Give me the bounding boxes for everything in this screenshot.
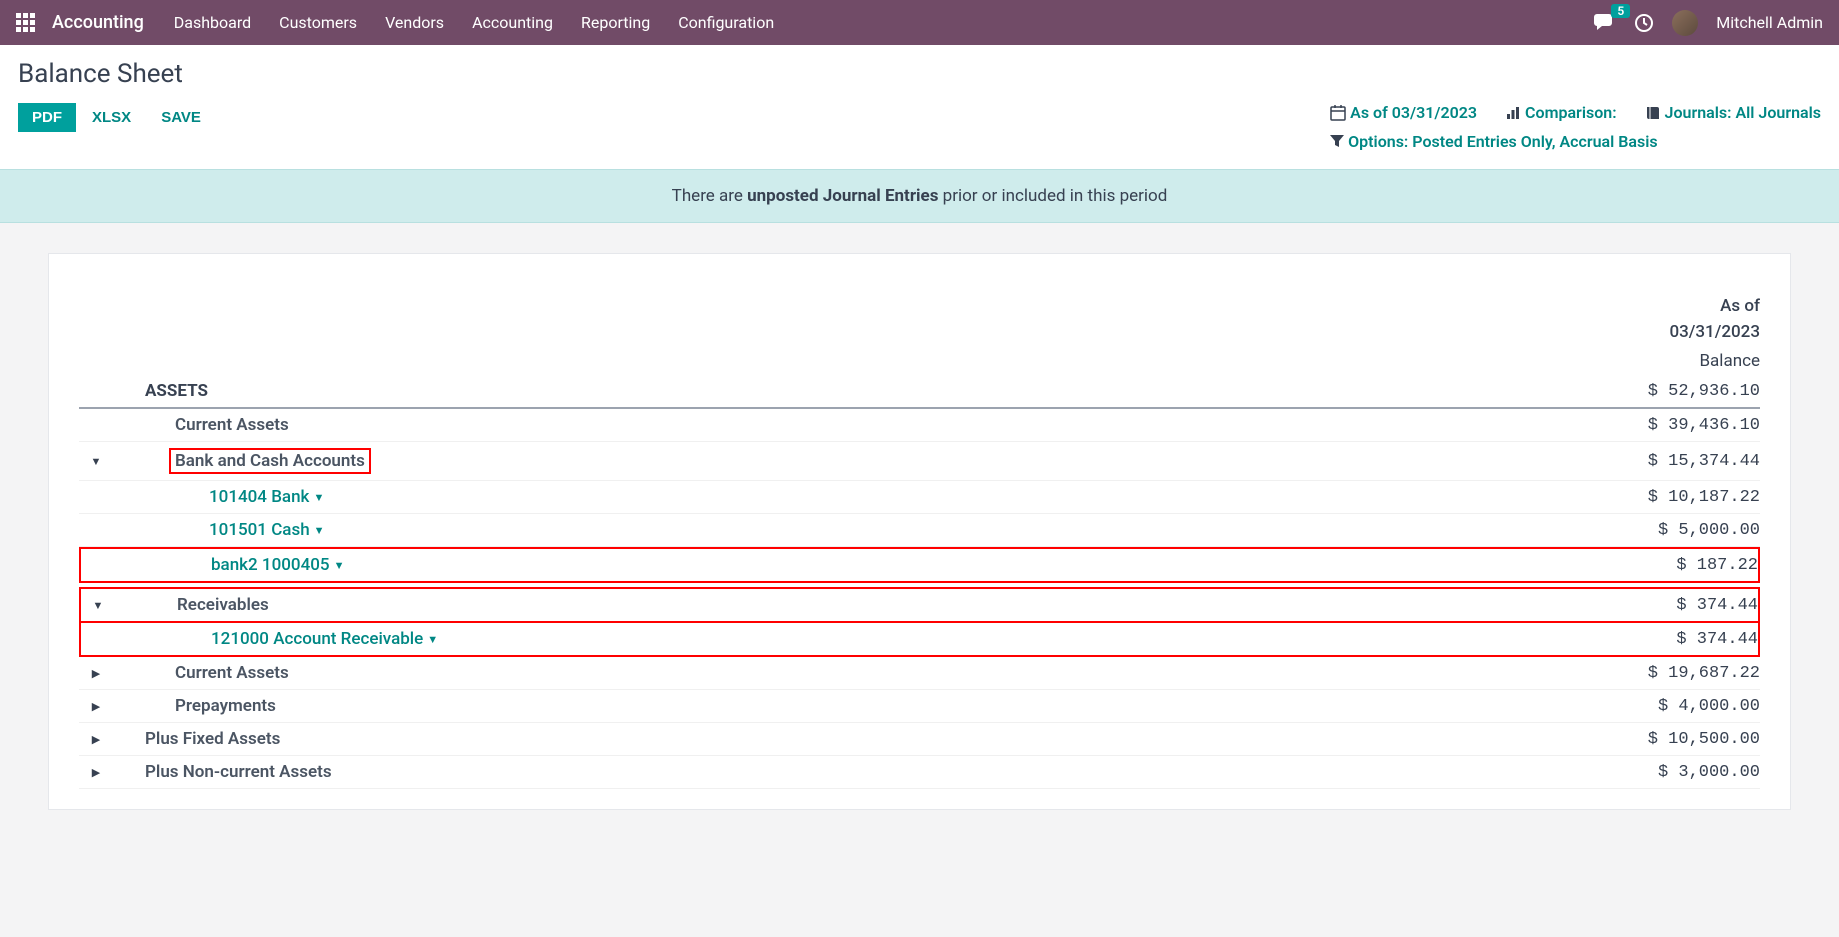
col-header-line2: 03/31/2023 xyxy=(1620,320,1760,346)
caret-right-icon[interactable]: ▶ xyxy=(92,733,100,746)
row-receivables: ▼ Receivables $ 374.44 xyxy=(79,587,1760,623)
label-noncurrent-assets[interactable]: Plus Non-current Assets xyxy=(113,762,1610,782)
filter-options-value: Posted Entries Only, Accrual Basis xyxy=(1412,132,1657,151)
nav-configuration[interactable]: Configuration xyxy=(678,13,774,32)
filter-comparison-label: Comparison: xyxy=(1525,103,1617,122)
filter-journals-label: Journals: All Journals xyxy=(1665,103,1821,122)
nav-accounting[interactable]: Accounting xyxy=(472,13,553,32)
label-101404-bank[interactable]: 101404 Bank▼ xyxy=(113,487,1610,507)
row-current-assets: Current Assets $ 39,436.10 xyxy=(79,409,1760,442)
page-title: Balance Sheet xyxy=(18,59,1821,89)
row-bank-cash: ▼ Bank and Cash Accounts $ 15,374.44 xyxy=(79,442,1760,481)
save-button[interactable]: SAVE xyxy=(147,103,215,132)
report-card: As of 03/31/2023 Balance ASSETS $ 52,936… xyxy=(48,253,1791,810)
value-noncurrent-assets: $ 3,000.00 xyxy=(1610,763,1760,782)
row-current-assets-2: ▶ Current Assets $ 19,687.22 xyxy=(79,657,1760,690)
header-section: Balance Sheet PDF XLSX SAVE As of 03/31/… xyxy=(0,45,1839,169)
caret-down-icon[interactable]: ▼ xyxy=(314,524,325,537)
navbar-left: Accounting Dashboard Customers Vendors A… xyxy=(16,12,774,33)
main-navbar: Accounting Dashboard Customers Vendors A… xyxy=(0,0,1839,45)
nav-links: Dashboard Customers Vendors Accounting R… xyxy=(174,13,774,32)
balance-label: Balance xyxy=(79,351,1760,371)
value-prepayments: $ 4,000.00 xyxy=(1610,697,1760,716)
apps-icon[interactable] xyxy=(16,13,36,33)
filter-options-label: Options: xyxy=(1348,132,1408,151)
value-current-assets: $ 39,436.10 xyxy=(1610,416,1760,435)
caret-right-icon[interactable]: ▶ xyxy=(92,766,100,779)
user-avatar[interactable] xyxy=(1672,10,1698,36)
value-current-assets-2: $ 19,687.22 xyxy=(1610,664,1760,683)
book-icon xyxy=(1645,105,1661,121)
filter-asof-label: As of 03/31/2023 xyxy=(1350,103,1477,122)
caret-down-icon[interactable]: ▼ xyxy=(427,633,438,646)
info-banner[interactable]: There are unposted Journal Entries prior… xyxy=(0,169,1839,223)
label-current-assets[interactable]: Current Assets xyxy=(113,415,1610,435)
value-receivables: $ 374.44 xyxy=(1608,596,1758,615)
header-row: PDF XLSX SAVE As of 03/31/2023 Compariso… xyxy=(18,103,1821,151)
label-prepayments[interactable]: Prepayments xyxy=(113,696,1610,716)
col-header-line1: As of xyxy=(1620,294,1760,320)
value-fixed-assets: $ 10,500.00 xyxy=(1610,730,1760,749)
nav-customers[interactable]: Customers xyxy=(279,13,357,32)
pdf-button[interactable]: PDF xyxy=(18,103,76,132)
caret-down-icon[interactable]: ▼ xyxy=(334,559,345,572)
label-assets[interactable]: ASSETS xyxy=(113,381,1610,401)
row-acct-recv: 121000 Account Receivable▼ $ 374.44 xyxy=(79,623,1760,657)
label-bank-cash[interactable]: Bank and Cash Accounts xyxy=(113,448,1610,474)
navbar-right: 5 Mitchell Admin xyxy=(1594,10,1823,36)
label-acct-recv[interactable]: 121000 Account Receivable▼ xyxy=(115,629,1608,649)
caret-right-icon[interactable]: ▶ xyxy=(92,667,100,680)
row-bank2: bank2 1000405▼ $ 187.22 xyxy=(79,547,1760,583)
caret-down-icon[interactable]: ▼ xyxy=(93,599,104,612)
value-101404-bank: $ 10,187.22 xyxy=(1610,488,1760,507)
value-assets: $ 52,936.10 xyxy=(1610,382,1760,401)
row-101501-cash: 101501 Cash▼ $ 5,000.00 xyxy=(79,514,1760,547)
caret-down-icon[interactable]: ▼ xyxy=(313,491,324,504)
filters: As of 03/31/2023 Comparison: Journals: A… xyxy=(1330,103,1821,151)
row-101404-bank: 101404 Bank▼ $ 10,187.22 xyxy=(79,481,1760,514)
msg-count-badge: 5 xyxy=(1611,4,1630,18)
label-fixed-assets[interactable]: Plus Fixed Assets xyxy=(113,729,1610,749)
filter-asof[interactable]: As of 03/31/2023 xyxy=(1330,103,1477,122)
filter-row-1: As of 03/31/2023 Comparison: Journals: A… xyxy=(1330,103,1821,122)
report-table: ASSETS $ 52,936.10 Current Assets $ 39,4… xyxy=(79,375,1760,789)
banner-prefix: There are xyxy=(672,186,747,206)
row-assets: ASSETS $ 52,936.10 xyxy=(79,375,1760,409)
row-noncurrent-assets: ▶ Plus Non-current Assets $ 3,000.00 xyxy=(79,756,1760,789)
nav-vendors[interactable]: Vendors xyxy=(385,13,444,32)
row-fixed-assets: ▶ Plus Fixed Assets $ 10,500.00 xyxy=(79,723,1760,756)
row-prepayments: ▶ Prepayments $ 4,000.00 xyxy=(79,690,1760,723)
value-acct-recv: $ 374.44 xyxy=(1608,630,1758,649)
value-bank-cash: $ 15,374.44 xyxy=(1610,452,1760,471)
action-buttons: PDF XLSX SAVE xyxy=(18,103,215,132)
caret-right-icon[interactable]: ▶ xyxy=(92,700,100,713)
messages-button[interactable]: 5 xyxy=(1594,14,1616,32)
filter-journals[interactable]: Journals: All Journals xyxy=(1645,103,1821,122)
report-col-header: As of 03/31/2023 xyxy=(1620,294,1760,345)
value-bank2: $ 187.22 xyxy=(1608,556,1758,575)
value-101501-cash: $ 5,000.00 xyxy=(1610,521,1760,540)
highlight-bank-cash: Bank and Cash Accounts xyxy=(169,448,371,474)
banner-suffix: prior or included in this period xyxy=(938,186,1167,206)
nav-dashboard[interactable]: Dashboard xyxy=(174,13,251,32)
clock-icon[interactable] xyxy=(1634,13,1654,33)
funnel-icon xyxy=(1330,135,1344,149)
filter-row-2: Options:Posted Entries Only, Accrual Bas… xyxy=(1330,132,1657,151)
banner-bold: unposted Journal Entries xyxy=(747,186,938,206)
label-receivables[interactable]: Receivables xyxy=(115,595,1608,615)
nav-reporting[interactable]: Reporting xyxy=(581,13,650,32)
user-name[interactable]: Mitchell Admin xyxy=(1716,13,1823,32)
filter-comparison[interactable]: Comparison: xyxy=(1505,103,1617,122)
filter-options[interactable]: Options:Posted Entries Only, Accrual Bas… xyxy=(1330,132,1657,151)
label-bank2[interactable]: bank2 1000405▼ xyxy=(115,555,1608,575)
label-101501-cash[interactable]: 101501 Cash▼ xyxy=(113,520,1610,540)
label-current-assets-2[interactable]: Current Assets xyxy=(113,663,1610,683)
report-header: As of 03/31/2023 xyxy=(79,294,1760,345)
chart-bar-icon xyxy=(1505,105,1521,121)
caret-down-icon[interactable]: ▼ xyxy=(91,455,102,468)
xlsx-button[interactable]: XLSX xyxy=(78,103,145,132)
report-container: As of 03/31/2023 Balance ASSETS $ 52,936… xyxy=(0,223,1839,840)
app-name[interactable]: Accounting xyxy=(52,12,144,33)
calendar-icon xyxy=(1330,105,1346,121)
